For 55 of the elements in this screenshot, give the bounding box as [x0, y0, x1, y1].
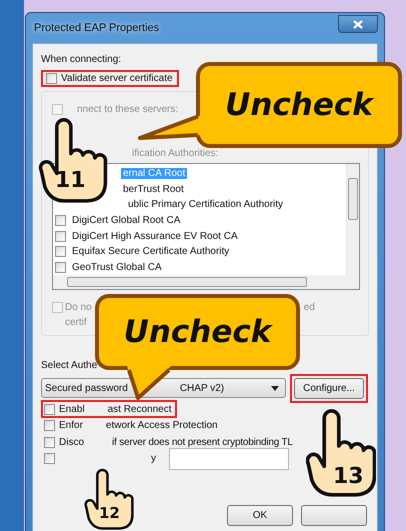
- checkbox[interactable]: [46, 72, 57, 84]
- list-item[interactable]: DigiCert Global Root CA: [70, 215, 182, 226]
- checkbox[interactable]: [55, 215, 66, 226]
- step-number: 13: [333, 466, 364, 488]
- list-item[interactable]: berTrust Root: [121, 184, 186, 195]
- checkbox-label: if server does not present cryptobinding TL: [112, 436, 293, 448]
- checkbox-label: Disco: [59, 436, 84, 448]
- checkbox[interactable]: [44, 404, 55, 415]
- highlight-frame[interactable]: Validate server certificate: [41, 70, 179, 86]
- checkbox[interactable]: [44, 436, 55, 448]
- configure-button[interactable]: Configure...: [294, 378, 364, 399]
- checkbox[interactable]: [55, 230, 66, 242]
- checkbox[interactable]: [55, 246, 66, 258]
- checkbox-label: Do no: [65, 302, 92, 313]
- list-item[interactable]: ublic Primary Certification Authority: [126, 199, 286, 210]
- checkbox-label: ast Reconnect: [108, 404, 172, 415]
- checkbox-label: etwork Access Protection: [106, 420, 218, 432]
- checkbox[interactable]: [44, 453, 55, 464]
- step-number: 12: [99, 506, 120, 521]
- list-item[interactable]: GeoTrust Global CA: [70, 262, 164, 273]
- callout-text: Uncheck: [225, 88, 373, 122]
- caret-icon: [271, 386, 279, 391]
- dropdown-value: CHAP v2): [180, 382, 224, 394]
- ok-button[interactable]: OK: [227, 505, 293, 526]
- checkbox-label: Validate server certificate: [61, 72, 173, 84]
- checkbox-label: certif: [65, 317, 87, 328]
- window-title: Protected EAP Properties: [34, 22, 160, 34]
- section-label: When connecting:: [41, 53, 122, 67]
- close-icon: [353, 20, 363, 28]
- text-field[interactable]: [169, 448, 289, 470]
- checkbox-label: Enabl: [59, 404, 85, 415]
- option-row[interactable]: Disco if server does not present cryptobinding TL: [41, 433, 298, 452]
- option-row[interactable]: Enfor etwork Access Protection: [41, 416, 223, 435]
- checkbox-label: y: [151, 453, 156, 464]
- horizontal-scrollbar[interactable]: [53, 275, 359, 290]
- checkbox-label: Enfor: [59, 420, 83, 432]
- section-label: Select Authe: [41, 359, 98, 374]
- option-row[interactable]: Enabl ast Reconnect: [41, 400, 177, 418]
- close-button[interactable]: [338, 15, 378, 33]
- list-item[interactable]: Equifax Secure Certificate Authority: [70, 246, 232, 258]
- vertical-scrollbar[interactable]: [346, 164, 359, 276]
- pointing-hand-icon: [84, 468, 134, 530]
- step-number: 11: [55, 170, 86, 192]
- pointing-hand-icon: [306, 408, 376, 497]
- dialog-button[interactable]: [301, 505, 367, 526]
- option-row[interactable]: y: [41, 450, 161, 468]
- section-label: ification Authorities:: [131, 147, 220, 161]
- checkbox-label: ed: [304, 302, 315, 313]
- callout-text: Uncheck: [124, 314, 272, 350]
- list-item[interactable]: DigiCert High Assurance EV Root CA: [70, 230, 240, 242]
- checkbox[interactable]: [55, 262, 66, 273]
- dropdown-value: Secured password: [45, 382, 128, 394]
- checkbox-label: nnect to these servers:: [77, 104, 178, 114]
- method-dropdown[interactable]: Secured password CHAP v2): [41, 378, 286, 398]
- checkbox[interactable]: [44, 420, 55, 432]
